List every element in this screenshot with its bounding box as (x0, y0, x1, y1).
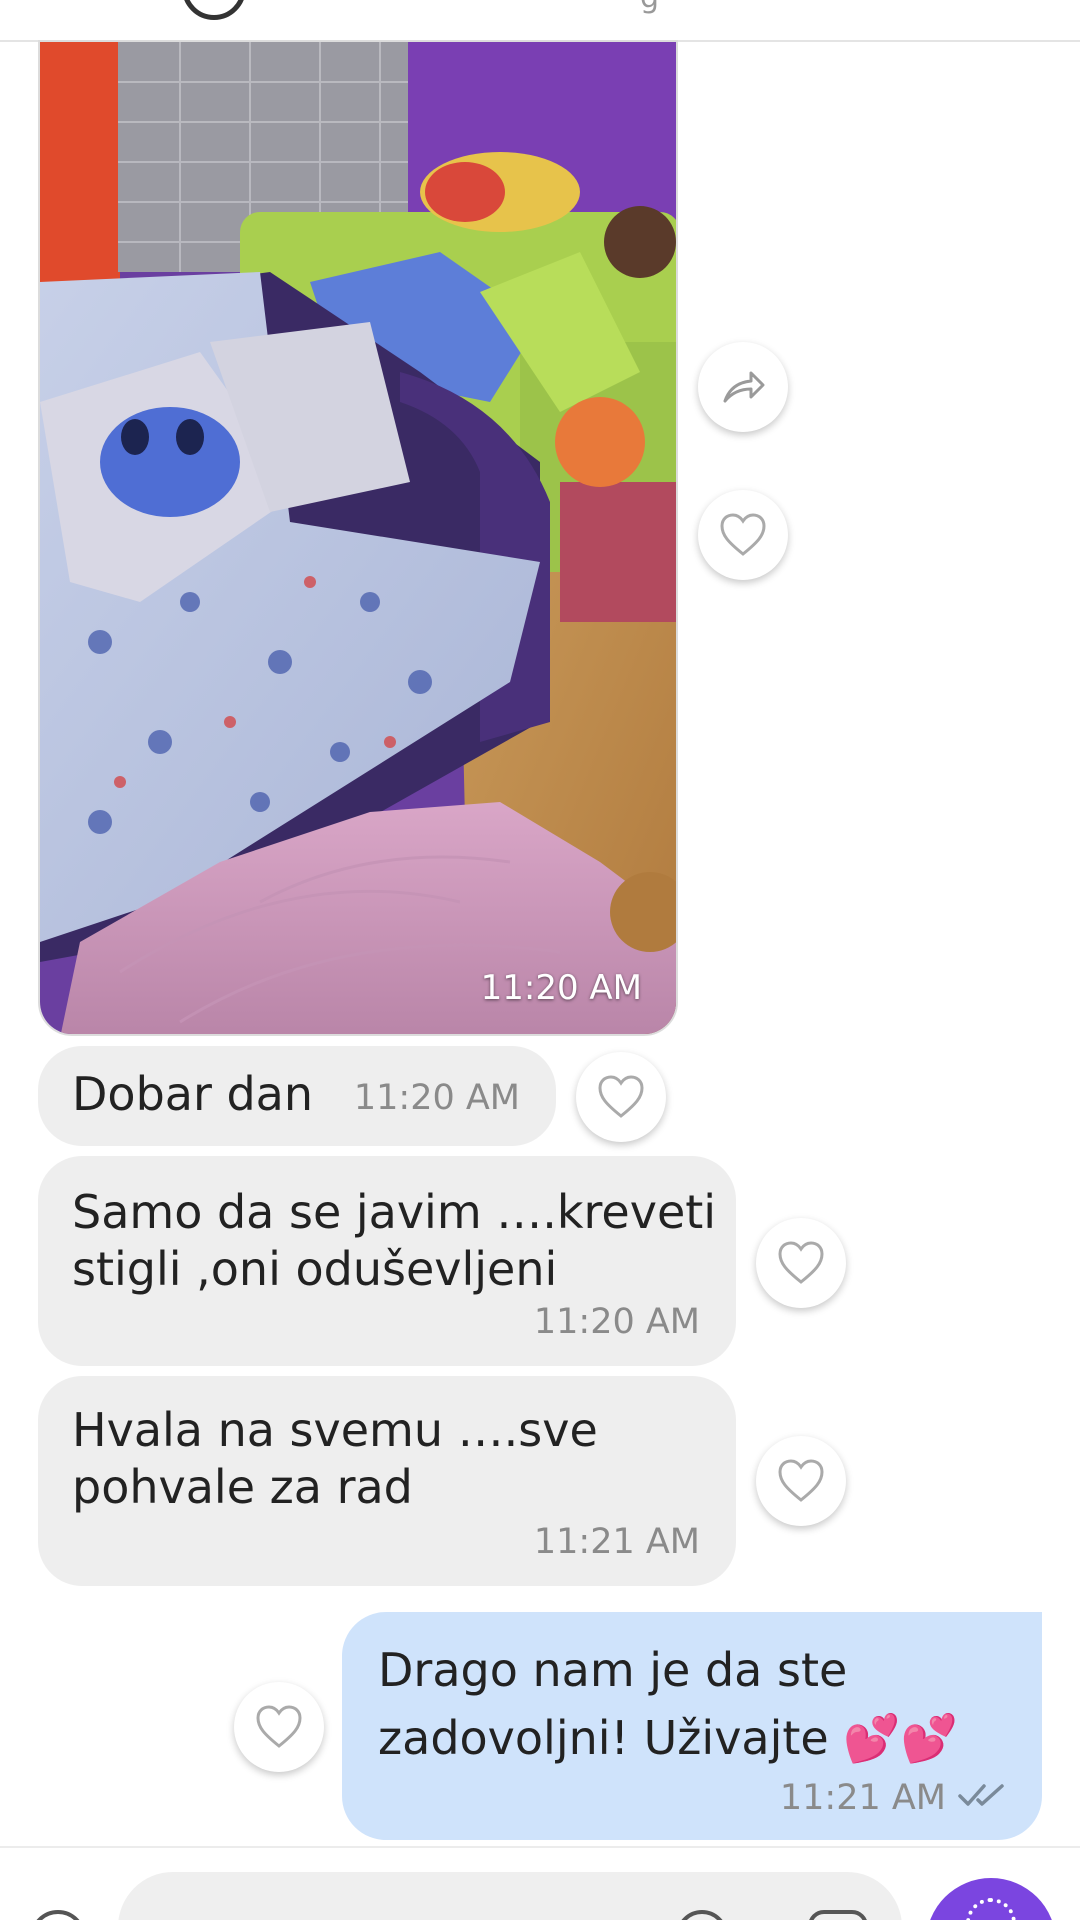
like-message-button[interactable] (756, 1218, 846, 1308)
message-timestamp: 11:21 AM (779, 1778, 946, 1818)
read-receipt-icon (958, 1784, 1004, 1806)
message-bubble-incoming[interactable]: Hvala na svemu ….sve pohvale za rad 11:2… (38, 1376, 736, 1586)
attach-icon[interactable] (30, 1910, 86, 1920)
message-text: Samo da se javim ….kreveti stigli ,oni o… (72, 1185, 717, 1296)
heart-icon (778, 1241, 824, 1284)
sticker-icon[interactable] (808, 1910, 868, 1920)
forward-arrow-icon (723, 371, 765, 403)
photo-image (40, 42, 676, 1034)
message-timestamp: 11:20 AM (353, 1078, 520, 1118)
message-text: Dobar dan (72, 1067, 314, 1121)
message-bubble-incoming[interactable]: Samo da se javim ….kreveti stigli ,oni o… (38, 1156, 736, 1366)
heart-icon (720, 513, 766, 556)
chat-header: g (0, 0, 1080, 42)
message-text: Drago nam je da ste zadovoljni! Uživajte… (378, 1643, 958, 1765)
like-photo-button[interactable] (698, 490, 788, 580)
header-title-fragment: g (640, 0, 659, 15)
heart-icon (778, 1459, 824, 1502)
record-button[interactable] (926, 1878, 1056, 1920)
forward-button[interactable] (698, 342, 788, 432)
message-timestamp: 11:20 AM (533, 1302, 700, 1342)
message-text: Hvala na svemu ….sve pohvale za rad (72, 1403, 598, 1514)
message-composer (0, 1846, 1080, 1920)
heart-icon (598, 1075, 644, 1118)
message-input[interactable] (118, 1872, 902, 1920)
contact-avatar[interactable] (182, 0, 246, 20)
like-message-button[interactable] (234, 1682, 324, 1772)
like-message-button[interactable] (756, 1436, 846, 1526)
photo-message[interactable]: 11:20 AM (38, 40, 678, 1036)
heart-icon (256, 1705, 302, 1748)
photo-timestamp: 11:20 AM (480, 968, 642, 1008)
record-icon (966, 1898, 1016, 1920)
message-bubble-incoming[interactable]: Dobar dan 11:20 AM (38, 1046, 556, 1146)
message-bubble-outgoing[interactable]: Drago nam je da ste zadovoljni! Uživajte… (342, 1612, 1042, 1840)
chat-screen: g (0, 0, 1080, 1920)
like-message-button[interactable] (576, 1052, 666, 1142)
message-timestamp: 11:21 AM (533, 1522, 700, 1562)
